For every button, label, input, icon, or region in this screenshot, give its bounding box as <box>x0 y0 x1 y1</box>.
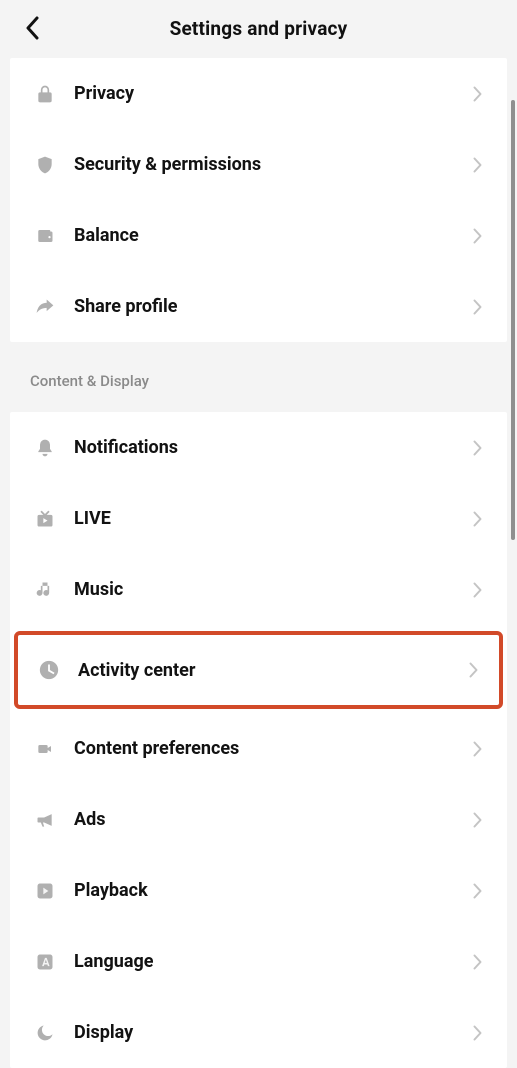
settings-section-content-display: Notifications LIVE Music Activity center <box>10 412 507 1068</box>
row-music[interactable]: Music <box>10 554 507 625</box>
row-label: Share profile <box>58 296 469 317</box>
megaphone-icon <box>32 810 58 830</box>
row-label: Activity center <box>62 660 465 681</box>
chevron-right-icon <box>469 582 485 598</box>
row-ads[interactable]: Ads <box>10 784 507 855</box>
chevron-left-icon <box>25 16 39 40</box>
chevron-right-icon <box>469 1025 485 1041</box>
chevron-right-icon <box>469 86 485 102</box>
row-label: Music <box>58 579 469 600</box>
scrollbar[interactable] <box>511 100 515 540</box>
share-icon <box>32 297 58 317</box>
row-label: Playback <box>58 880 469 901</box>
chevron-right-icon <box>469 741 485 757</box>
settings-section-account: Privacy Security & permissions Balance S… <box>10 58 507 342</box>
back-button[interactable] <box>18 14 46 42</box>
row-label: Content preferences <box>58 738 469 759</box>
row-content-preferences[interactable]: Content preferences <box>10 713 507 784</box>
shield-icon <box>32 154 58 176</box>
music-note-icon <box>32 580 58 600</box>
tv-icon <box>32 509 58 529</box>
chevron-right-icon <box>469 157 485 173</box>
row-share-profile[interactable]: Share profile <box>10 271 507 342</box>
section-header-content-display: Content & Display <box>0 342 517 412</box>
row-display[interactable]: Display <box>10 997 507 1068</box>
chevron-right-icon <box>469 812 485 828</box>
chevron-right-icon <box>465 662 481 678</box>
wallet-icon <box>32 227 58 245</box>
page-title: Settings and privacy <box>170 17 348 40</box>
moon-icon <box>32 1023 58 1043</box>
row-label: Display <box>58 1022 469 1043</box>
row-security-permissions[interactable]: Security & permissions <box>10 129 507 200</box>
row-label: LIVE <box>58 508 469 529</box>
row-playback[interactable]: Playback <box>10 855 507 926</box>
row-balance[interactable]: Balance <box>10 200 507 271</box>
row-notifications[interactable]: Notifications <box>10 412 507 483</box>
language-icon <box>32 952 58 972</box>
chevron-right-icon <box>469 228 485 244</box>
row-label: Privacy <box>58 83 469 104</box>
chevron-right-icon <box>469 883 485 899</box>
bell-icon <box>32 437 58 459</box>
header: Settings and privacy <box>0 0 517 56</box>
lock-icon <box>32 84 58 104</box>
chevron-right-icon <box>469 440 485 456</box>
row-live[interactable]: LIVE <box>10 483 507 554</box>
row-label: Ads <box>58 809 469 830</box>
row-privacy[interactable]: Privacy <box>10 58 507 129</box>
clock-icon <box>36 659 62 681</box>
row-label: Language <box>58 951 469 972</box>
chevron-right-icon <box>469 299 485 315</box>
row-label: Security & permissions <box>58 154 469 175</box>
row-label: Balance <box>58 225 469 246</box>
row-activity-center[interactable]: Activity center <box>14 631 503 709</box>
row-label: Notifications <box>58 437 469 458</box>
row-language[interactable]: Language <box>10 926 507 997</box>
video-camera-icon <box>32 741 58 757</box>
chevron-right-icon <box>469 954 485 970</box>
chevron-right-icon <box>469 511 485 527</box>
play-icon <box>32 881 58 901</box>
